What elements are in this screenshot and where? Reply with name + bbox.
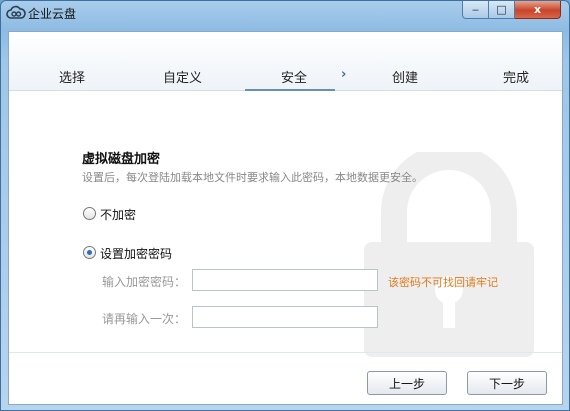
- step-security: 安全: [281, 71, 308, 86]
- no-encrypt-radio[interactable]: [83, 207, 96, 220]
- minimize-icon: ‒: [472, 3, 479, 16]
- step-create: 创建: [392, 71, 419, 86]
- active-step-indicator: [245, 89, 335, 91]
- minimize-button[interactable]: ‒: [462, 1, 489, 19]
- close-icon: x: [533, 3, 542, 16]
- prev-button[interactable]: 上一步: [367, 371, 447, 395]
- prev-button-label: 上一步: [388, 376, 425, 391]
- step-select: 选择: [59, 71, 86, 86]
- step-header: 选择 自定义 安全 › 创建 完成: [9, 32, 562, 91]
- installer-window: 企业云盘 ‒ □ x 选择 自定义 安全 › 创建 完成 虚拟磁盘加密 设置后，…: [0, 0, 570, 411]
- section-description: 设置后，每次登陆加载本地文件时要求输入此密码，本地数据更安全。: [82, 171, 423, 184]
- confirm-password-label: 请再输入一次：: [101, 312, 186, 326]
- confirm-password-input[interactable]: [192, 306, 378, 328]
- maximize-button[interactable]: □: [489, 1, 515, 19]
- window-title: 企业云盘: [28, 7, 77, 21]
- next-button-label: 下一步: [488, 376, 525, 391]
- maximize-icon: □: [496, 3, 507, 16]
- password-label: 输入加密密码：: [101, 275, 186, 289]
- wizard-content: 选择 自定义 安全 › 创建 完成 虚拟磁盘加密 设置后，每次登陆加载本地文件时…: [8, 31, 563, 405]
- step-finish: 完成: [503, 71, 530, 86]
- next-button[interactable]: 下一步: [467, 371, 547, 395]
- step-customize: 自定义: [163, 71, 203, 86]
- window-controls: ‒ □ x: [462, 1, 561, 21]
- cloud-icon: [6, 5, 26, 19]
- close-button[interactable]: x: [515, 1, 561, 19]
- chevron-right-icon: ›: [341, 67, 347, 82]
- footer-divider: [9, 352, 562, 353]
- section-title: 虚拟磁盘加密: [82, 152, 161, 167]
- password-warning: 该密码不可找回请牢记: [388, 276, 498, 289]
- title-bar[interactable]: 企业云盘 ‒ □ x: [1, 1, 569, 25]
- password-input[interactable]: [192, 269, 378, 291]
- set-password-label[interactable]: 设置加密密码: [100, 245, 172, 262]
- set-password-radio[interactable]: [83, 246, 96, 259]
- no-encrypt-label[interactable]: 不加密: [100, 206, 136, 223]
